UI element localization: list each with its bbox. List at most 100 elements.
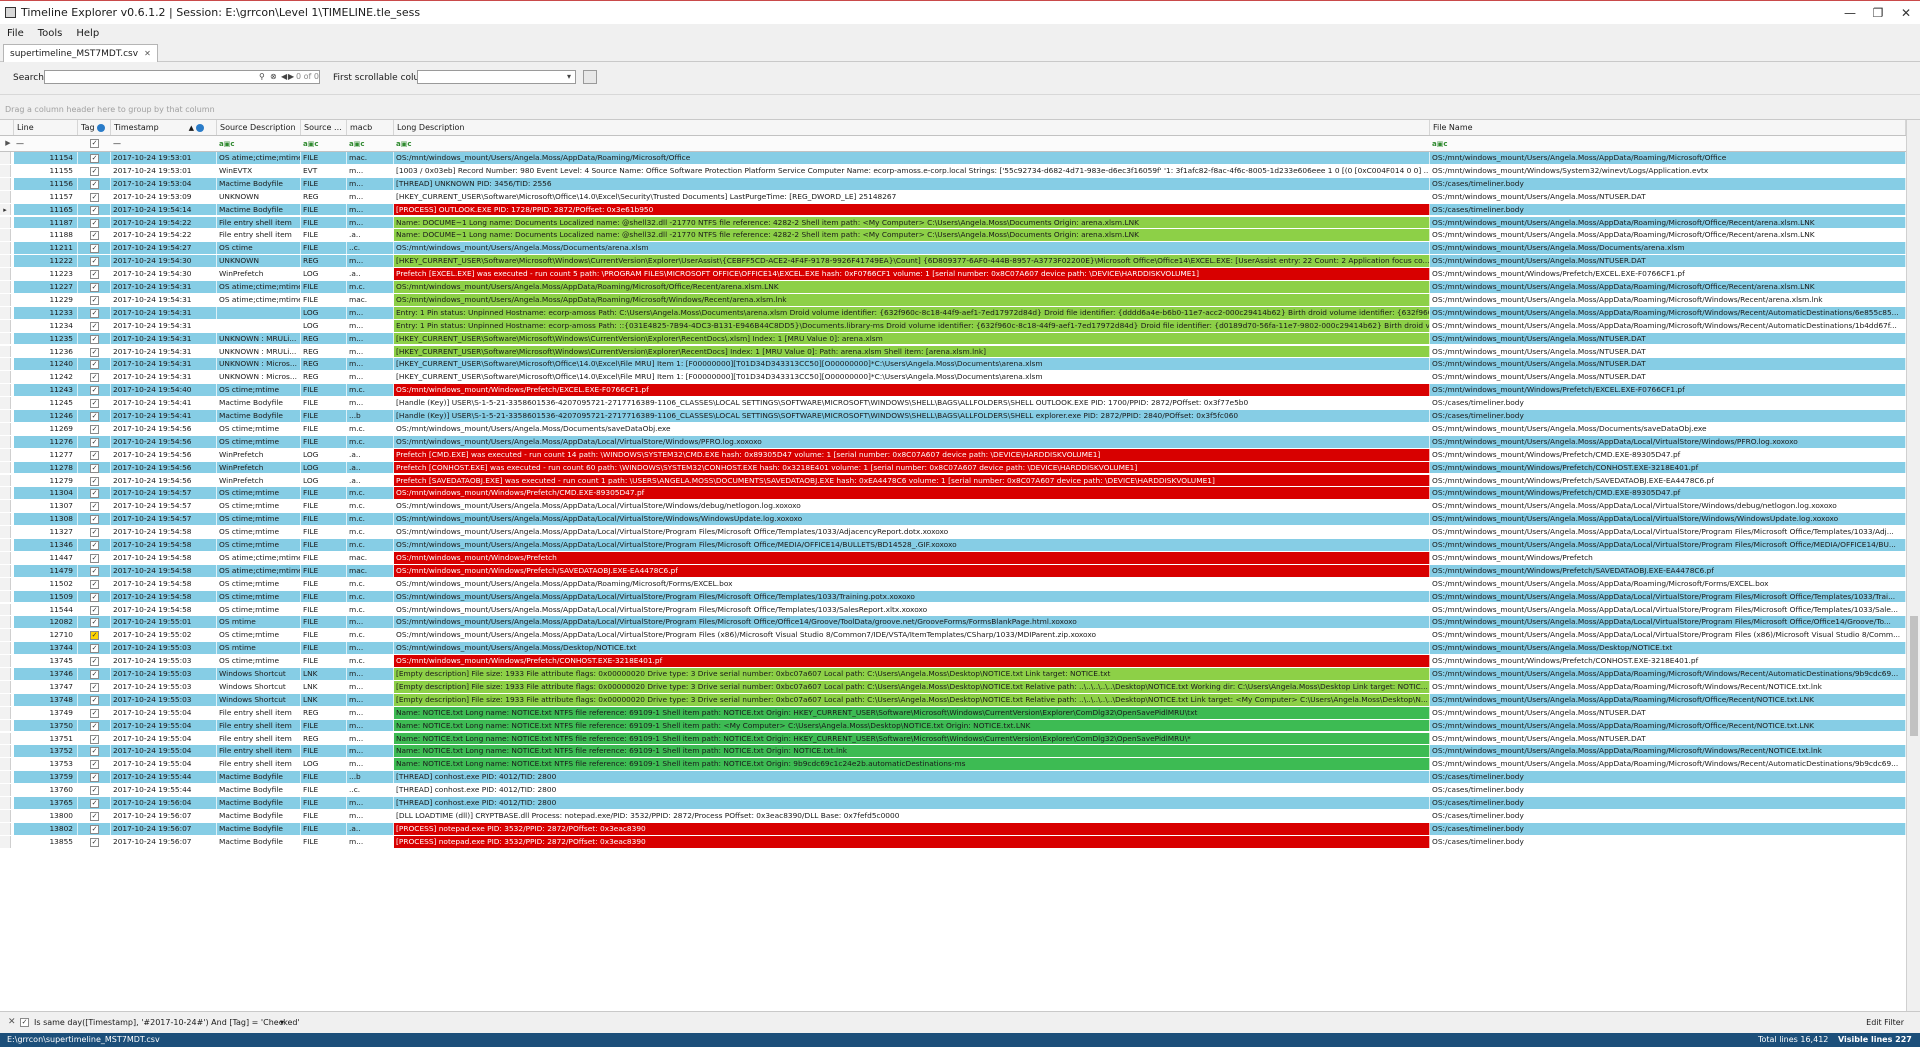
macb-cell[interactable]: mac. [347, 152, 394, 164]
tag-checkbox[interactable]: ✓ [90, 682, 99, 692]
tag-cell[interactable]: ✓ [78, 732, 111, 745]
line-cell[interactable]: 11229 [14, 293, 78, 306]
tag-checkbox[interactable]: ✓ [90, 799, 99, 808]
tag-cell[interactable]: ✓ [78, 164, 111, 177]
row-indicator[interactable] [0, 293, 11, 306]
file-name-cell[interactable]: OS:/mnt/windows_mount/Users/Angela.Moss/… [1430, 255, 1906, 268]
line-cell[interactable]: 13752 [14, 745, 78, 758]
source-description-cell[interactable]: UNKNOWN : Micros... [217, 371, 301, 384]
timestamp-cell[interactable]: 2017-10-24 19:54:14 [111, 203, 217, 216]
row-indicator[interactable] [0, 268, 11, 280]
table-row[interactable]: 13751 ✓ 2017-10-24 19:55:04 File entry shel… [0, 732, 1906, 746]
macb-filter-cell[interactable]: a▣c [347, 136, 394, 151]
source-description-cell[interactable]: WinEVTX [217, 164, 301, 177]
timestamp-cell[interactable]: 2017-10-24 19:55:44 [111, 784, 217, 796]
chevron-down-icon[interactable]: ▾ [567, 72, 571, 81]
table-row[interactable]: 11233 ✓ 2017-10-24 19:54:31 LOG m... Entry: 1… [0, 306, 1906, 320]
tag-checkbox[interactable]: ✓ [90, 412, 99, 421]
long-description-cell[interactable]: Name: DOCUME~1 Long name: Documents Loca… [394, 216, 1430, 229]
file-name-cell[interactable]: OS:/mnt/windows_mount/Users/Angela.Moss/… [1430, 539, 1906, 551]
source-description-cell[interactable]: WinPrefetch [217, 461, 301, 474]
timestamp-cell[interactable]: 2017-10-24 19:54:22 [111, 216, 217, 229]
source-description-cell[interactable]: OS mtime [217, 616, 301, 629]
long-description-cell[interactable]: OS:/mnt/windows_mount/Users/Angela.Moss/… [394, 629, 1430, 642]
timestamp-cell[interactable]: 2017-10-24 19:53:09 [111, 190, 217, 203]
line-cell[interactable]: 11156 [14, 177, 78, 190]
line-cell[interactable]: 11278 [14, 461, 78, 474]
source-cell[interactable]: FILE [301, 809, 347, 822]
text-filter-icon[interactable]: a▣c [349, 140, 365, 148]
tag-cell[interactable]: ✓ [78, 551, 111, 564]
macb-cell[interactable]: m.c. [347, 435, 394, 448]
tag-cell[interactable]: ✓ [78, 203, 111, 216]
long-description-cell[interactable]: [HKEY_CURRENT_USER\Software\Microsoft\Of… [394, 190, 1430, 203]
tag-cell[interactable]: ✓ [78, 513, 111, 526]
timestamp-cell[interactable]: 2017-10-24 19:54:30 [111, 268, 217, 280]
file-name-cell[interactable]: OS:/mnt/windows_mount/Users/Angela.Moss/… [1430, 371, 1906, 384]
long-description-cell[interactable]: OS:/mnt/windows_mount/Users/Angela.Moss/… [394, 603, 1430, 616]
tag-cell[interactable]: ✓ [78, 190, 111, 203]
long-description-cell[interactable]: Prefetch [CMD.EXE] was executed - run co… [394, 448, 1430, 461]
table-row[interactable]: 13802 ✓ 2017-10-24 19:56:07 Mactime Bodyfil… [0, 822, 1906, 836]
tag-checkbox[interactable]: ✓ [90, 566, 99, 576]
source-cell[interactable]: LNK [301, 668, 347, 680]
row-indicator[interactable] [0, 435, 11, 448]
long-description-filter-cell[interactable]: a▣c [394, 136, 1430, 151]
tag-checkbox[interactable]: ✓ [90, 154, 99, 163]
source-description-cell[interactable]: WinPrefetch [217, 448, 301, 461]
macb-cell[interactable]: m... [347, 190, 394, 203]
line-cell[interactable]: 11346 [14, 539, 78, 551]
tag-cell[interactable]: ✓ [78, 680, 111, 693]
source-description-cell[interactable]: File entry shell item [217, 758, 301, 771]
long-description-cell[interactable]: [HKEY_CURRENT_USER\Software\Microsoft\Wi… [394, 255, 1430, 268]
macb-cell[interactable]: ..c. [347, 242, 394, 255]
line-cell[interactable]: 13802 [14, 822, 78, 835]
filter-active-icon[interactable] [96, 123, 105, 132]
source-description-cell[interactable]: UNKNOWN : MRULi... [217, 332, 301, 345]
tag-cell[interactable]: ✓ [78, 422, 111, 435]
source-description-cell[interactable]: OS ctime;mtime [217, 487, 301, 500]
macb-cell[interactable]: ...b [347, 410, 394, 422]
tag-checkbox[interactable]: ✓ [90, 321, 99, 331]
line-cell[interactable]: 11279 [14, 474, 78, 487]
tag-checkbox[interactable]: ✓ [90, 734, 99, 744]
tag-checkbox[interactable]: ✓ [90, 463, 99, 473]
line-cell[interactable]: 11242 [14, 371, 78, 384]
tag-cell[interactable]: ✓ [78, 474, 111, 487]
table-row[interactable]: 11211 ✓ 2017-10-24 19:54:27 OS ctime FILE ..c… [0, 242, 1906, 256]
line-cell[interactable]: 11245 [14, 397, 78, 409]
tag-cell[interactable]: ✓ [78, 345, 111, 358]
timestamp-cell[interactable]: 2017-10-24 19:54:57 [111, 500, 217, 513]
search-icon[interactable]: ⚲ [259, 72, 265, 81]
source-cell[interactable]: EVT [301, 164, 347, 177]
timestamp-cell[interactable]: 2017-10-24 19:55:02 [111, 629, 217, 642]
macb-cell[interactable]: .a.. [347, 448, 394, 461]
tag-cell[interactable]: ✓ [78, 784, 111, 796]
line-cell[interactable]: 13753 [14, 758, 78, 771]
row-indicator[interactable] [0, 384, 11, 397]
line-cell[interactable]: 11234 [14, 319, 78, 332]
file-name-cell[interactable]: OS:/mnt/windows_mount/Users/Angela.Moss/… [1430, 526, 1906, 538]
row-indicator[interactable] [0, 642, 11, 655]
timestamp-cell[interactable]: 2017-10-24 19:54:31 [111, 293, 217, 306]
macb-cell[interactable]: .a.. [347, 474, 394, 487]
tag-cell[interactable]: ✓ [78, 797, 111, 809]
source-description-cell[interactable]: Mactime Bodyfile [217, 809, 301, 822]
source-description-cell[interactable]: UNKNOWN [217, 190, 301, 203]
long-description-cell[interactable]: OS:/mnt/windows_mount/Users/Angela.Moss/… [394, 242, 1430, 255]
line-cell[interactable]: 11308 [14, 513, 78, 526]
next-match-icon[interactable]: ▶ [288, 72, 294, 81]
timestamp-cell[interactable]: 2017-10-24 19:55:03 [111, 668, 217, 680]
source-description-cell[interactable]: Windows Shortcut [217, 693, 301, 706]
long-description-cell[interactable]: Prefetch [EXCEL.EXE] was executed - run … [394, 268, 1430, 280]
tag-cell[interactable]: ✓ [78, 539, 111, 551]
tag-cell[interactable]: ✓ [78, 152, 111, 164]
tag-cell[interactable]: ✓ [78, 719, 111, 732]
table-row[interactable]: 11240 ✓ 2017-10-24 19:54:31 UNKNOWN : Micro… [0, 358, 1906, 372]
long-description-cell[interactable]: [THREAD] conhost.exe PID: 4012/TID: 2800 [394, 771, 1430, 784]
row-indicator[interactable] [0, 152, 11, 164]
macb-cell[interactable]: m... [347, 680, 394, 693]
row-indicator[interactable] [0, 190, 11, 203]
table-row[interactable]: 11156 ✓ 2017-10-24 19:53:04 Mactime Bodyfil… [0, 177, 1906, 191]
timestamp-cell[interactable]: 2017-10-24 19:54:56 [111, 474, 217, 487]
